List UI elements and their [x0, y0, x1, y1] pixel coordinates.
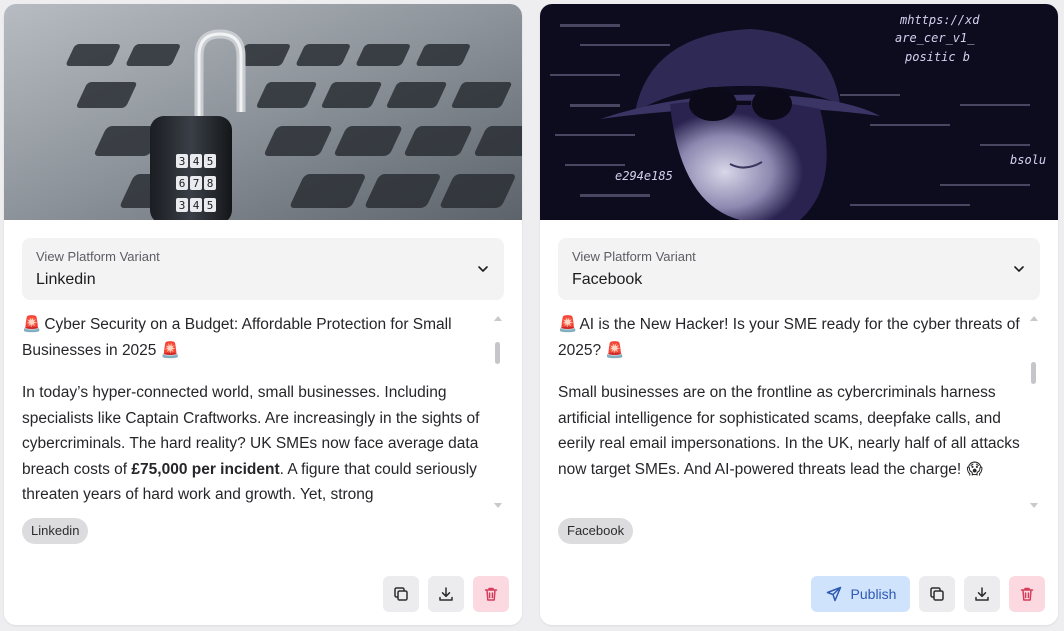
padlock-digit: 7 [193, 177, 200, 190]
padlock-digit: 4 [193, 155, 200, 168]
headline-text: AI is the New Hacker! Is your SME ready … [558, 316, 1020, 359]
padlock-digit: 3 [179, 199, 186, 212]
post-content: 🚨 AI is the New Hacker! Is your SME read… [558, 312, 1024, 510]
code-fragment: bsolu [1010, 153, 1046, 167]
publish-button[interactable]: Publish [811, 576, 910, 612]
scroll-thumb[interactable] [495, 342, 500, 365]
siren-emoji: 🚨 [605, 341, 625, 359]
platform-tag: Facebook [558, 518, 634, 544]
siren-emoji: 🚨 [558, 316, 578, 333]
platform-variant-value: Facebook [572, 271, 643, 288]
body-text-highlight: £75,000 per incident [131, 460, 280, 478]
publish-label: Publish [850, 586, 897, 602]
siren-emoji: 🚨 [160, 341, 181, 359]
padlock-digit: 6 [179, 177, 186, 190]
platform-variant-select[interactable]: View Platform Variant Facebook [558, 238, 1040, 300]
siren-emoji: 🚨 [22, 316, 42, 333]
padlock-digit: 3 [179, 155, 186, 168]
hacker-image: mhttps://xd are_cer_v1_ positic b e294e1… [540, 4, 1058, 220]
code-fragment: positic b [904, 50, 970, 64]
trash-icon [1020, 587, 1034, 601]
padlock-laptop-image: 3 4 5 6 7 8 3 4 5 [4, 4, 522, 220]
send-icon [826, 586, 841, 602]
trash-icon [484, 587, 498, 601]
delete-button[interactable] [473, 576, 509, 612]
download-button[interactable] [428, 576, 464, 612]
scroll-up-arrow[interactable] [494, 316, 502, 321]
post-headline: 🚨 Cyber Security on a Budget: Affordable… [22, 312, 488, 363]
scroll-thumb[interactable] [1031, 362, 1036, 384]
headline-text: Cyber Security on a Budget: Affordable P… [22, 316, 452, 359]
padlock-digit: 4 [193, 199, 200, 212]
platform-variant-value: Linkedin [36, 271, 96, 288]
platform-variant-label: View Platform Variant [36, 249, 160, 264]
post-body: In today’s hyper-connected world, small … [22, 380, 488, 508]
code-fragment: mhttps://xd [899, 13, 980, 27]
post-content: 🚨 Cyber Security on a Budget: Affordable… [22, 312, 488, 510]
delete-button[interactable] [1009, 576, 1045, 612]
post-body: Small businesses are on the frontline as… [558, 380, 1024, 482]
chevron-down-icon [478, 266, 488, 272]
post-image: mhttps://xd are_cer_v1_ positic b e294e1… [540, 4, 1058, 220]
body-text: Small businesses are on the frontline as… [558, 384, 1020, 478]
download-button[interactable] [964, 576, 1000, 612]
copy-button[interactable] [383, 576, 419, 612]
platform-variant-label: View Platform Variant [572, 249, 696, 264]
padlock-digit: 5 [207, 155, 214, 168]
platform-tag: Linkedin [22, 518, 89, 544]
content-scrollbar[interactable] [493, 312, 503, 510]
platform-variant-select[interactable]: View Platform Variant Linkedin [22, 238, 504, 300]
code-fragment: e294e185 [615, 169, 673, 183]
download-icon [975, 587, 989, 601]
copy-icon [394, 587, 408, 601]
scroll-up-arrow[interactable] [1030, 316, 1038, 321]
scroll-down-arrow[interactable] [1030, 503, 1038, 508]
screaming-emoji: 😱 [966, 460, 983, 478]
post-card-facebook: mhttps://xd are_cer_v1_ positic b e294e1… [540, 4, 1058, 625]
copy-button[interactable] [919, 576, 955, 612]
post-headline: 🚨 AI is the New Hacker! Is your SME read… [558, 312, 1024, 363]
code-fragment: are_cer_v1_ [895, 31, 975, 45]
padlock-digit: 8 [207, 177, 214, 190]
scroll-down-arrow[interactable] [494, 503, 502, 508]
post-image: 3 4 5 6 7 8 3 4 5 [4, 4, 522, 220]
copy-icon [930, 587, 944, 601]
post-card-linkedin: 3 4 5 6 7 8 3 4 5 View Platform Variant … [4, 4, 522, 625]
padlock-digit: 5 [207, 199, 214, 212]
chevron-down-icon [1014, 266, 1024, 272]
download-icon [439, 587, 453, 601]
content-scrollbar[interactable] [1029, 312, 1039, 510]
posts-grid: 3 4 5 6 7 8 3 4 5 View Platform Variant … [0, 0, 1064, 631]
